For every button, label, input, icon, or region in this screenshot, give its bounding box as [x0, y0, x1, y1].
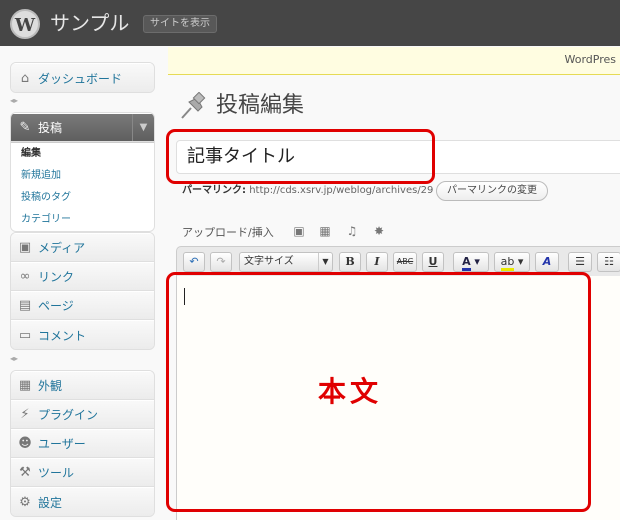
pages-icon: ▤	[18, 298, 32, 313]
pushpin-icon: ✎	[19, 120, 31, 135]
update-nag: WordPres	[168, 47, 620, 75]
submenu-item-tags[interactable]: 投稿のタグ	[11, 187, 154, 209]
sidebar-item-appearance[interactable]: ▦ 外観	[11, 371, 154, 400]
menu-group-admin: ▦ 外観 ⚡ プラグイン ☻ ユーザー ⚒ ツール ⚙ 設定	[10, 370, 155, 517]
sidebar-item-label: コメント	[38, 328, 87, 343]
redo-icon[interactable]: ↷	[210, 252, 232, 272]
menu-separator: ◂▸	[10, 354, 19, 363]
comment-icon: ▭	[18, 327, 32, 343]
numbered-list-icon[interactable]: ☷	[597, 252, 620, 272]
chevron-down-icon: ▼	[318, 253, 332, 271]
sidebar-item-pages[interactable]: ▤ ページ	[11, 291, 154, 320]
sidebar-item-label: 投稿	[38, 121, 63, 135]
sidebar-item-posts[interactable]: ✎ 投稿 ▼	[11, 113, 154, 142]
submenu-item-edit[interactable]: 編集	[11, 143, 154, 165]
add-image-icon[interactable]: ▣	[292, 224, 306, 238]
sidebar-item-media[interactable]: ▣ メディア	[11, 233, 154, 262]
view-site-button[interactable]: サイトを表示	[143, 15, 217, 33]
menu-separator: ◂▸	[10, 96, 19, 105]
sidebar-item-label: ユーザー	[38, 437, 86, 451]
sidebar-item-label: メディア	[38, 241, 86, 255]
sidebar-item-users[interactable]: ☻ ユーザー	[11, 429, 154, 458]
update-nag-text[interactable]: WordPres	[565, 53, 617, 66]
add-media-icon[interactable]: ✸	[372, 224, 386, 238]
admin-header: W サンプル サイトを表示	[0, 0, 620, 46]
underline-icon[interactable]: U	[422, 252, 444, 272]
add-video-icon[interactable]: ▦	[318, 224, 332, 238]
sidebar-item-label: 設定	[38, 495, 63, 510]
italic-icon[interactable]: I	[366, 252, 388, 272]
font-size-select-value: 文字サイズ	[244, 256, 294, 267]
appearance-icon: ▦	[18, 378, 32, 393]
permalink-row: パーマリンク: http://cds.xsrv.jp/weblog/archiv…	[182, 184, 433, 198]
sidebar-item-label: 外観	[38, 379, 63, 393]
highlight-color-icon[interactable]: ab ▾	[494, 252, 530, 272]
home-icon: ⌂	[20, 70, 30, 86]
submenu-item-add-new[interactable]: 新規追加	[11, 165, 154, 187]
link-icon: ∞	[19, 269, 31, 284]
undo-icon[interactable]: ↶	[183, 252, 205, 272]
sidebar-item-label: ダッシュボード	[38, 71, 123, 86]
strikethrough-icon[interactable]: ABC	[393, 252, 417, 272]
menu-group-content: ▣ メディア ∞ リンク ▤ ページ ▭ コメント	[10, 232, 155, 350]
sidebar-item-label: プラグイン	[38, 408, 99, 422]
sidebar-item-label: ツール	[38, 466, 75, 480]
permalink-label: パーマリンク:	[182, 185, 246, 196]
wordpress-logo-icon[interactable]: W	[10, 9, 40, 39]
submenu-item-categories[interactable]: カテゴリー	[11, 209, 154, 231]
sidebar-item-tools[interactable]: ⚒ ツール	[11, 458, 154, 487]
pushpin-icon	[178, 91, 208, 120]
text-color-icon[interactable]: A ▾	[453, 252, 489, 272]
font-size-select[interactable]: 文字サイズ ▼	[239, 252, 333, 272]
sidebar-item-settings[interactable]: ⚙ 設定	[11, 487, 154, 516]
chevron-down-icon[interactable]: ▼	[132, 114, 154, 141]
permalink-url[interactable]: http://cds.xsrv.jp/weblog/archives/29	[249, 185, 433, 196]
bold-icon[interactable]: B	[339, 252, 361, 272]
page-title: 投稿編集	[216, 93, 305, 118]
menu-group-dashboard: ⌂ ダッシュボード	[10, 62, 155, 93]
sidebar-item-plugins[interactable]: ⚡ プラグイン	[11, 400, 154, 429]
site-name[interactable]: サンプル	[50, 9, 129, 37]
annotation-title-box	[166, 129, 435, 184]
sidebar-item-comments[interactable]: ▭ コメント	[11, 320, 154, 349]
sidebar-item-label: ページ	[38, 299, 74, 313]
media-icon: ▣	[18, 240, 32, 255]
sidebar-item-dashboard[interactable]: ⌂ ダッシュボード	[11, 63, 154, 92]
change-permalink-button[interactable]: パーマリンクの変更	[436, 181, 548, 201]
settings-icon: ⚙	[19, 494, 31, 510]
upload-insert-label: アップロード/挿入	[182, 226, 274, 239]
clear-formatting-icon[interactable]: A	[535, 252, 559, 272]
plug-icon: ⚡	[20, 407, 30, 422]
menu-group-posts: ✎ 投稿 ▼ 編集 新規追加 投稿のタグ カテゴリー	[10, 112, 155, 232]
users-icon: ☻	[18, 436, 32, 451]
sidebar-item-links[interactable]: ∞ リンク	[11, 262, 154, 291]
posts-submenu: 編集 新規追加 投稿のタグ カテゴリー	[11, 142, 154, 231]
annotation-body-label: 本文	[318, 375, 383, 408]
sidebar-item-label: リンク	[38, 270, 75, 284]
bulleted-list-icon[interactable]: ☰	[568, 252, 592, 272]
tools-icon: ⚒	[19, 465, 31, 480]
add-audio-icon[interactable]: ♫	[345, 224, 359, 238]
